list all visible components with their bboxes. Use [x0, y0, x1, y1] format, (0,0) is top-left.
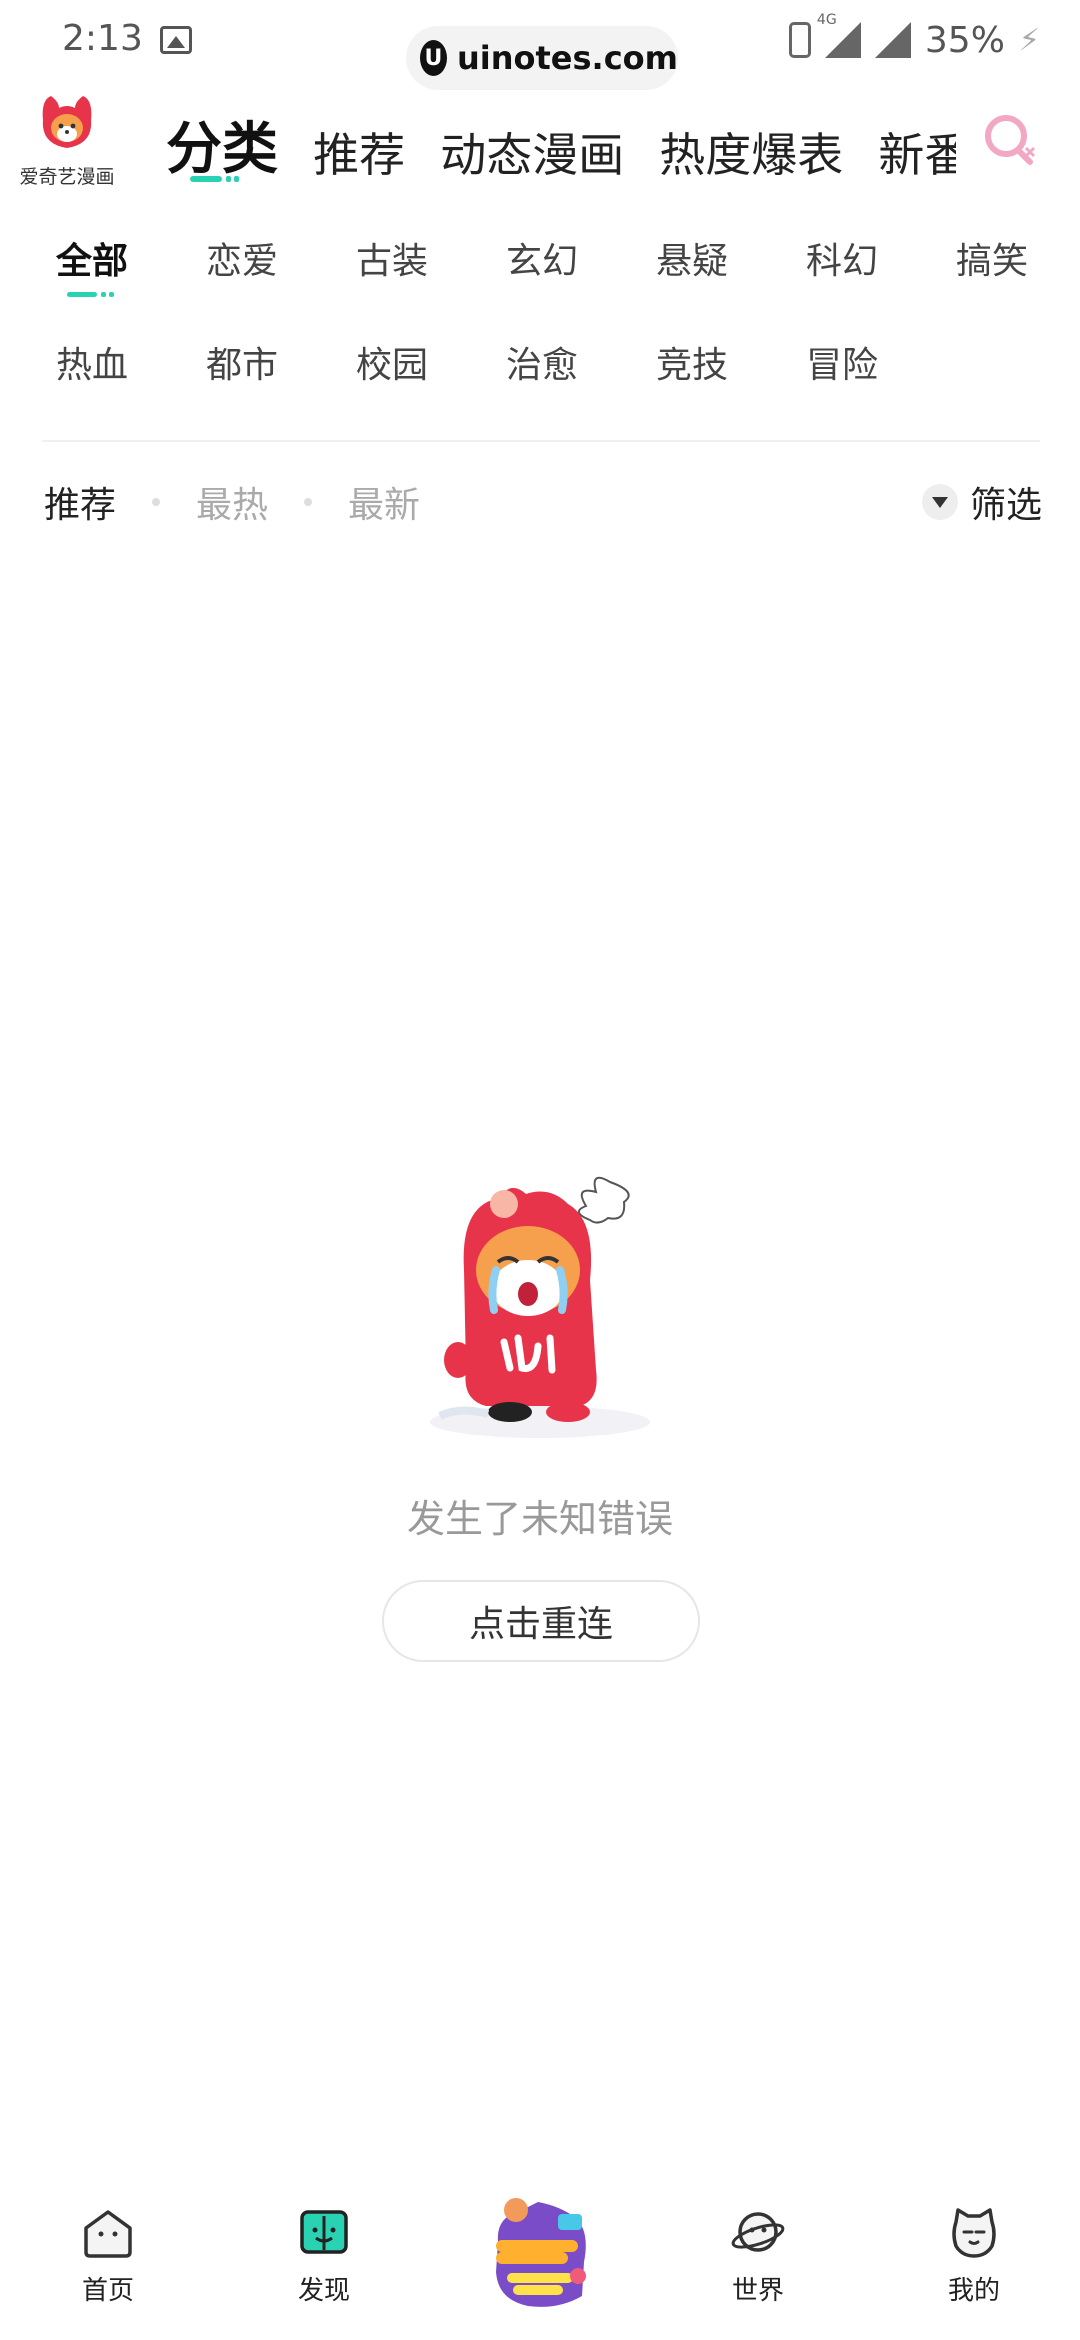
watermark-badge: U uinotes.com — [406, 26, 678, 90]
category-costume[interactable]: 古装 — [317, 226, 467, 330]
category-fantasy[interactable]: 玄幻 — [467, 226, 617, 330]
home-icon — [84, 2210, 132, 2258]
active-category-indicator — [67, 292, 114, 297]
category-urban[interactable]: 都市 — [167, 330, 317, 434]
category-scifi[interactable]: 科幻 — [767, 226, 917, 330]
nav-discover-label: 发现 — [297, 2276, 350, 2306]
brand-logo[interactable]: 爱奇艺漫画 — [12, 94, 122, 189]
signal-bars-2-icon — [874, 22, 911, 58]
discover-book-icon — [300, 2210, 348, 2254]
app-screen: 2:13 U uinotes.com 4G 35% ⚡ 爱奇艺漫画 分类 推荐 … — [0, 0, 1080, 2340]
category-healing[interactable]: 治愈 — [467, 330, 617, 434]
error-message: 发生了未知错误 — [406, 1497, 673, 1541]
profile-cat-icon — [952, 2208, 996, 2258]
network-type-label: 4G — [816, 12, 837, 28]
section-divider — [42, 440, 1040, 442]
bottom-navigation: 首页 发现 世界 我的 — [0, 2196, 1080, 2340]
world-planet-icon — [731, 2212, 785, 2252]
category-action[interactable]: 热血 — [17, 330, 167, 434]
sort-separator — [152, 498, 161, 506]
sort-hottest[interactable]: 最热 — [196, 476, 268, 528]
tab-category[interactable]: 分类 — [166, 104, 278, 184]
category-adventure[interactable]: 冒险 — [767, 330, 917, 434]
filter-label: 筛选 — [969, 485, 1042, 526]
category-sports[interactable]: 竞技 — [617, 330, 767, 434]
watermark-logo-icon: U — [420, 40, 447, 76]
brand-label: 爱奇艺漫画 — [19, 166, 115, 188]
category-grid: 全部 恋爱 古装 玄幻 悬疑 科幻 搞笑 热血 都市 校园 治愈 竞技 冒险 — [0, 226, 1080, 434]
nav-world[interactable]: 世界 — [698, 2206, 818, 2307]
charging-bolt-icon: ⚡ — [1018, 22, 1040, 58]
top-navigation: 爱奇艺漫画 分类 推荐 动态漫画 热度爆表 新番大 — [0, 90, 1080, 200]
signal-4g-icon: 4G — [817, 12, 861, 58]
filter-button[interactable]: 筛选 — [921, 474, 1042, 530]
status-indicators: 4G 35% ⚡ — [788, 12, 1040, 64]
nav-mine-label: 我的 — [947, 2276, 1000, 2306]
image-notification-icon — [160, 26, 192, 54]
sort-separator — [304, 498, 313, 506]
category-row-2: 热血 都市 校园 治愈 竞技 冒险 — [0, 330, 1080, 434]
tab-trending[interactable]: 热度爆表 — [659, 119, 843, 184]
error-mascot-illustration — [430, 1176, 650, 1438]
nav-discover[interactable]: 发现 — [264, 2206, 384, 2307]
tab-animated-comics[interactable]: 动态漫画 — [440, 119, 624, 184]
dropdown-triangle-icon — [921, 484, 958, 520]
category-romance[interactable]: 恋爱 — [167, 226, 317, 330]
tab-new-releases[interactable]: 新番大 — [878, 119, 956, 184]
search-icon[interactable] — [980, 110, 1040, 170]
shiba-logo-icon — [42, 96, 92, 148]
nav-home-label: 首页 — [81, 2276, 134, 2306]
sort-recommend[interactable]: 推荐 — [44, 476, 116, 528]
category-comedy[interactable]: 搞笑 — [917, 226, 1067, 330]
tab-recommend[interactable]: 推荐 — [313, 119, 405, 184]
category-campus[interactable]: 校园 — [317, 330, 467, 434]
vibrate-icon — [788, 22, 811, 58]
sort-newest[interactable]: 最新 — [348, 476, 420, 528]
status-time: 2:13 — [62, 18, 143, 59]
nav-world-label: 世界 — [731, 2276, 784, 2306]
category-mystery[interactable]: 悬疑 — [617, 226, 767, 330]
status-bar: 2:13 U uinotes.com 4G 35% ⚡ — [0, 0, 1080, 90]
watermark-text: uinotes.com — [456, 39, 678, 77]
promo-gift-badge-icon[interactable] — [478, 2192, 602, 2316]
top-tab-bar: 分类 推荐 动态漫画 热度爆表 新番大 — [166, 104, 956, 184]
category-all[interactable]: 全部 — [17, 226, 167, 330]
active-tab-indicator — [190, 176, 239, 182]
sort-options: 推荐 最热 最新 — [44, 474, 420, 530]
battery-percent: 35% — [924, 19, 1005, 61]
nav-mine[interactable]: 我的 — [914, 2206, 1034, 2307]
category-label: 全部 — [55, 241, 128, 282]
retry-button[interactable]: 点击重连 — [382, 1580, 700, 1662]
category-row-1: 全部 恋爱 古装 玄幻 悬疑 科幻 搞笑 — [0, 226, 1080, 330]
nav-home[interactable]: 首页 — [48, 2206, 168, 2307]
